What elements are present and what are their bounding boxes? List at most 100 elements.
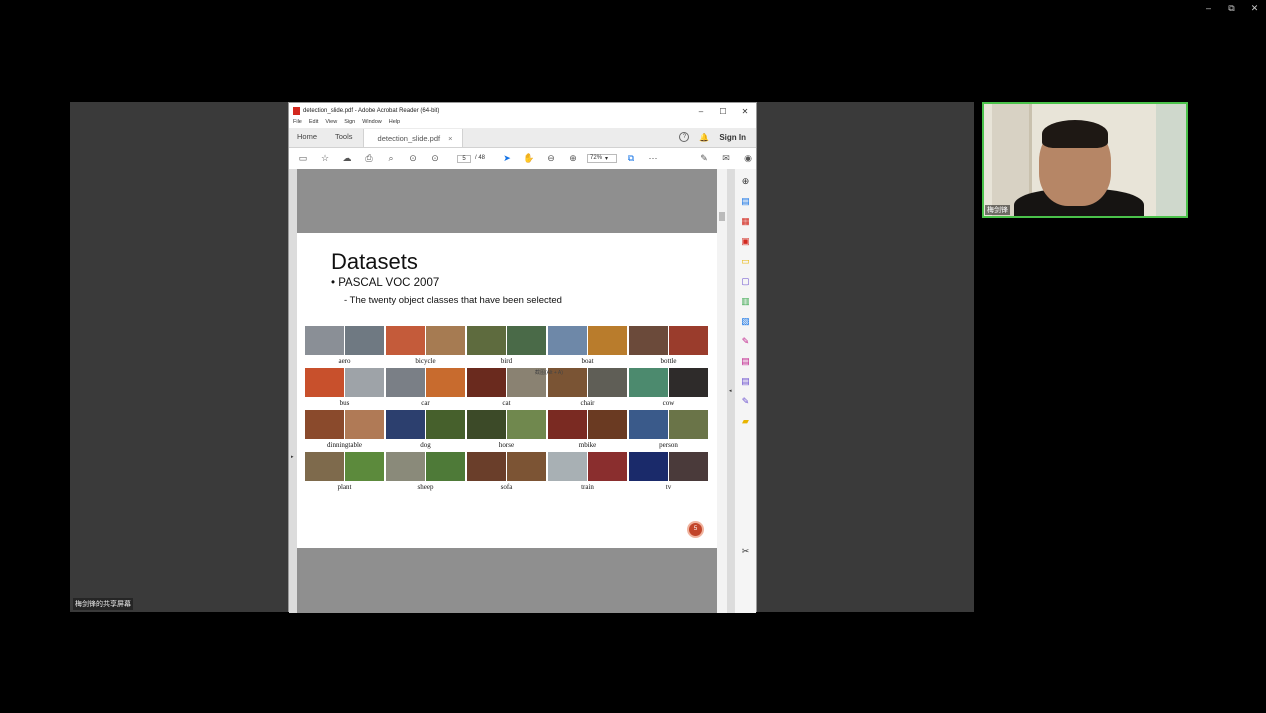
page-up-icon[interactable]: ⊙ [405, 153, 421, 164]
bell-icon[interactable]: 🔔 [699, 133, 709, 142]
menu-view[interactable]: View [325, 119, 337, 128]
class-photo [669, 368, 708, 397]
class-cell: cow [628, 368, 709, 410]
collapse-left-icon[interactable]: ▸ [291, 454, 294, 460]
export-pdf-icon[interactable]: ▤ [740, 195, 752, 207]
class-photo [507, 452, 546, 481]
class-photo [629, 326, 668, 355]
class-images [305, 368, 384, 397]
class-row: bus car cat chair cow [304, 368, 710, 410]
menu-window[interactable]: Window [362, 119, 382, 128]
protect-icon[interactable]: ▤ [740, 375, 752, 387]
class-label: dog [420, 441, 431, 449]
minimize-button[interactable]: – [1197, 0, 1220, 16]
acrobat-icon [293, 107, 300, 115]
close-button[interactable]: ✕ [1243, 0, 1266, 16]
class-label: boat [581, 357, 594, 365]
class-label: cow [662, 399, 675, 407]
class-photo [426, 452, 465, 481]
comment-icon[interactable]: ▭ [740, 255, 752, 267]
scroll-thumb[interactable] [719, 212, 725, 221]
more-tools-icon[interactable]: ▰ [740, 415, 752, 427]
menu-file[interactable]: File [293, 119, 302, 128]
page-down-icon[interactable]: ⊙ [427, 153, 443, 164]
edit-pdf-icon[interactable]: ▢ [740, 275, 752, 287]
fill-sign-icon[interactable]: ✎ [740, 335, 752, 347]
save-icon[interactable]: ▭ [295, 153, 311, 164]
class-label: plant [337, 483, 352, 491]
class-images [467, 452, 546, 481]
cursor-icon[interactable]: ➤ [499, 153, 515, 164]
class-label: person [659, 441, 678, 449]
zoom-select[interactable]: 72% ▾ [587, 154, 618, 163]
class-photo [548, 452, 587, 481]
close-icon[interactable]: ✕ [734, 107, 756, 116]
class-photo [629, 452, 668, 481]
print-icon[interactable]: ⎙ [361, 153, 377, 164]
sign-in-button[interactable]: Sign In [719, 133, 746, 142]
class-photo [386, 452, 425, 481]
hand-icon[interactable]: ✋ [521, 153, 537, 164]
close-tab-icon[interactable]: × [448, 134, 452, 143]
class-photo [548, 326, 587, 355]
tools-pane: ⊕ ▤ ▦ ▣ ▭ ▢ ▥ ▧ ✎ ▤ ▤ ✎ ▰ ✂ [734, 169, 756, 613]
tab-document[interactable]: detection_slide.pdf × [362, 129, 464, 147]
class-photo [345, 368, 384, 397]
class-photo [386, 410, 425, 439]
collapse-right-icon[interactable]: ◂ [729, 388, 732, 394]
create-pdf-icon[interactable]: ▣ [740, 235, 752, 247]
maximize-icon[interactable]: ☐ [712, 107, 734, 116]
zoom-icon[interactable]: ⊕ [740, 175, 752, 187]
minimize-icon[interactable]: – [690, 107, 712, 116]
class-photo [305, 368, 344, 397]
class-cell: horse [466, 410, 547, 452]
page-input[interactable]: 5 [457, 154, 471, 163]
tab-tools[interactable]: Tools [327, 132, 363, 147]
class-label: aero [338, 357, 351, 365]
more-icon[interactable]: ⋯ [645, 153, 661, 164]
page-fit-icon[interactable]: ⧉ [623, 153, 639, 164]
class-cell: dog [385, 410, 466, 452]
class-photo [305, 326, 344, 355]
organize-pages-icon[interactable]: ▦ [740, 215, 752, 227]
menu-sign[interactable]: Sign [344, 119, 355, 128]
class-label: car [421, 399, 430, 407]
class-label: bird [500, 357, 513, 365]
star-icon[interactable]: ☆ [317, 153, 333, 164]
class-cell: car [385, 368, 466, 410]
class-cell: plant [304, 452, 385, 494]
send-sign-icon[interactable]: ▤ [740, 355, 752, 367]
menu-help[interactable]: Help [389, 119, 400, 128]
class-cell: bird [466, 326, 547, 368]
page-total: / 48 [475, 154, 486, 161]
page-navigator: 5 / 48 [457, 154, 486, 163]
compress-icon[interactable]: ▧ [740, 315, 752, 327]
help-icon[interactable]: ? [679, 132, 690, 142]
share-user-icon[interactable]: ◉ [740, 153, 756, 164]
search-icon[interactable]: ⌕ [383, 153, 399, 164]
upload-icon[interactable]: ☁ [339, 153, 355, 164]
zoom-out-icon[interactable]: ⊖ [543, 153, 559, 164]
mail-icon[interactable]: ✉ [718, 153, 734, 164]
vertical-scrollbar[interactable] [717, 169, 727, 613]
class-photo [426, 326, 465, 355]
class-row: aero bicycle bird boat bottle [304, 326, 710, 368]
combine-icon[interactable]: ▥ [740, 295, 752, 307]
tab-home[interactable]: Home [289, 132, 327, 147]
class-label: chair [580, 399, 595, 407]
class-photo [467, 368, 506, 397]
class-photo [629, 368, 668, 397]
restore-button[interactable]: ⧉ [1220, 0, 1243, 16]
menu-edit[interactable]: Edit [309, 119, 318, 128]
redact-icon[interactable]: ✎ [740, 395, 752, 407]
sign-icon[interactable]: ✎ [696, 153, 712, 164]
tools-icon[interactable]: ✂ [740, 545, 752, 557]
class-images [305, 452, 384, 481]
class-cell: train [547, 452, 628, 494]
class-images [305, 410, 384, 439]
meeting-window-controls: – ⧉ ✕ [1197, 0, 1266, 16]
class-cell: sofa [466, 452, 547, 494]
zoom-in-icon[interactable]: ⊕ [565, 153, 581, 164]
class-label: sofa [500, 483, 513, 491]
class-images [548, 326, 627, 355]
